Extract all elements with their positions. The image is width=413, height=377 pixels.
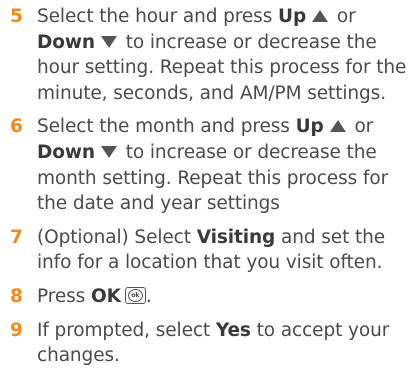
down-arrow-icon: [100, 35, 117, 48]
yes-label: Yes: [215, 319, 251, 341]
instruction-steps: 5 Select the hour and press Up or Down t…: [10, 4, 410, 377]
key-up-label: Up: [278, 6, 307, 27]
step-number: 6: [10, 116, 23, 138]
key-up-label: Up: [295, 116, 324, 138]
step-number: 5: [10, 6, 23, 27]
step-text: Press OK ok.: [37, 285, 152, 307]
step-text: If prompted, select Yes to accept your c…: [37, 319, 390, 367]
step-6: 6 Select the month and press Up or Down …: [10, 114, 410, 216]
step-7: 7 (Optional) Select Visiting and set the…: [10, 225, 410, 276]
step-number: 9: [10, 319, 23, 341]
step-5: 5 Select the hour and press Up or Down t…: [10, 4, 410, 106]
step-number: 7: [10, 226, 23, 248]
step-9: 9 If prompted, select Yes to accept your…: [10, 318, 410, 369]
step-8: 8 Press OK ok.: [10, 284, 410, 310]
step-text: Select the hour and press Up or Down to …: [37, 6, 407, 104]
ok-label: OK: [90, 285, 121, 307]
step-text: (Optional) Select Visiting and set the i…: [37, 226, 386, 274]
visiting-label: Visiting: [196, 226, 276, 248]
ok-key-icon: ok: [124, 287, 146, 305]
down-arrow-icon: [100, 145, 117, 158]
step-number: 8: [10, 285, 23, 307]
key-down-label: Down: [37, 31, 95, 53]
up-arrow-icon: [312, 10, 329, 22]
up-arrow-icon: [329, 120, 346, 133]
key-down-label: Down: [37, 141, 95, 163]
step-text: Select the month and press Up or Down to…: [37, 116, 389, 215]
